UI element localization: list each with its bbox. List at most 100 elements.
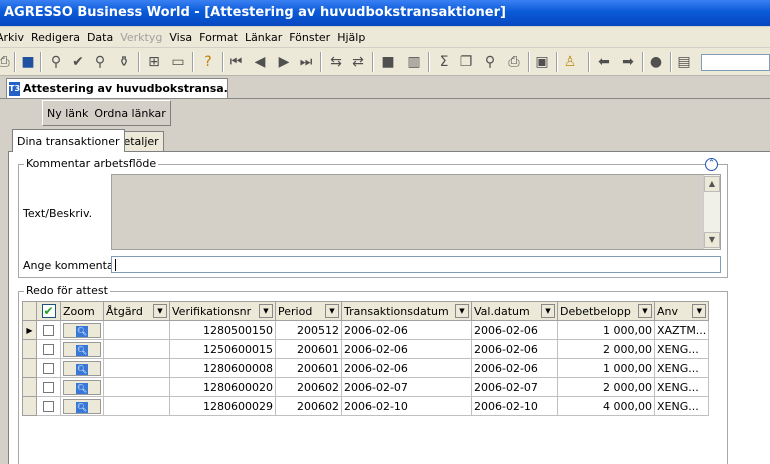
insert-row-icon[interactable]: ⊞ [144, 52, 164, 72]
dropdown-arrow-icon[interactable]: ▼ [455, 304, 469, 318]
zoom-cell[interactable]: 🔍︎ [60, 396, 104, 416]
column-anv[interactable]: Anv ▼ [653, 301, 710, 321]
column-debetbelopp[interactable]: Debetbelopp ▼ [557, 301, 655, 321]
filter-icon[interactable]: ⚱ [114, 52, 134, 72]
row-checkbox[interactable] [43, 382, 54, 393]
row-checkbox[interactable] [43, 401, 54, 412]
export-icon[interactable]: ⇆ [326, 52, 346, 72]
table-row[interactable]: 🔍︎ 1280600029 200602 2006-02-10 2006-02-… [22, 396, 710, 416]
atgard-cell[interactable] [103, 396, 170, 416]
tab-dina-transaktioner[interactable]: Dina transaktioner [12, 129, 125, 152]
column-transaktionsdatum[interactable]: Transaktionsdatum ▼ [341, 301, 472, 321]
search-icon[interactable]: ⚲ [90, 52, 110, 72]
atgard-cell[interactable] [103, 320, 170, 340]
arrange-links-button[interactable]: Ordna länkar [94, 107, 165, 120]
zoom-cell[interactable]: 🔍︎ [60, 358, 104, 378]
dropdown-arrow-icon[interactable]: ▼ [325, 304, 339, 318]
blank-icon[interactable]: ▭ [168, 52, 188, 72]
check-icon[interactable]: ✔ [68, 52, 88, 72]
menu-lankar[interactable]: Länkar [245, 31, 289, 44]
print-preview-icon[interactable]: ⎙ [504, 52, 524, 72]
column-atgard[interactable]: Åtgärd ▼ [103, 301, 170, 321]
row-select-cell[interactable] [36, 377, 61, 397]
menu-fonster[interactable]: Fönster [289, 31, 337, 44]
previous-record-icon[interactable]: ◀ [250, 52, 270, 72]
chart-icon[interactable]: ▥ [404, 52, 424, 72]
zoom-button[interactable]: 🔍︎ [63, 322, 101, 338]
toolbar: ⎙ ■ ⚲ ✔ ⚲ ⚱ ⊞ ▭ ? ⏮ ◀ ▶ ⏭ ⇆ ⇄ ■ ▥ Σ ❐ ⚲ … [0, 48, 770, 76]
new-link-button[interactable]: Ny länk [47, 107, 88, 120]
row-checkbox[interactable] [43, 344, 54, 355]
zoom-button[interactable]: 🔍︎ [63, 360, 101, 376]
back-icon[interactable]: ⬅ [594, 52, 614, 72]
zoom-button[interactable]: 🔍︎ [63, 398, 101, 414]
sum-icon[interactable]: Σ [434, 52, 454, 72]
column-period[interactable]: Period ▼ [275, 301, 342, 321]
period-cell: 200601 [275, 358, 342, 378]
dropdown-arrow-icon[interactable]: ▼ [541, 304, 555, 318]
column-atgard-label: Åtgärd [106, 304, 143, 318]
copy-icon[interactable]: ❐ [456, 52, 476, 72]
next-record-icon[interactable]: ▶ [274, 52, 294, 72]
find-icon[interactable]: ⚲ [46, 52, 66, 72]
text-description-scrollbar[interactable]: ▲ ▼ [703, 175, 720, 249]
zoom-button[interactable]: 🔍︎ [63, 379, 101, 395]
menu-visa[interactable]: Visa [169, 31, 199, 44]
document-icon[interactable]: ▤ [674, 52, 694, 72]
select-all-checkbox[interactable]: ✔ [41, 304, 56, 318]
row-checkbox[interactable] [43, 325, 54, 336]
record-icon[interactable]: ● [646, 52, 666, 72]
menu-format[interactable]: Format [199, 31, 245, 44]
last-record-icon[interactable]: ⏭ [296, 52, 316, 72]
zoom-icon[interactable]: ⚲ [480, 52, 500, 72]
zoom-cell[interactable]: 🔍︎ [60, 320, 104, 340]
dropdown-arrow-icon[interactable]: ▼ [692, 304, 707, 318]
first-record-icon[interactable]: ⏮ [226, 52, 246, 72]
users-icon[interactable]: ♙ [560, 52, 580, 72]
row-select-cell[interactable] [36, 320, 61, 340]
select-all-cell[interactable]: ✔ [36, 301, 61, 321]
print-icon[interactable]: ⎙ [0, 52, 14, 72]
zoom-cell[interactable]: 🔍︎ [60, 339, 104, 359]
window-icon[interactable]: ▣ [532, 52, 552, 72]
dropdown-arrow-icon[interactable]: ▼ [259, 304, 273, 318]
column-verifikationsnr[interactable]: Verifikationsnr ▼ [169, 301, 276, 321]
grid-header-row: ✔ Zoom Åtgärd ▼ Verifikationsnr ▼ Period ▼ … [22, 301, 710, 321]
collapse-icon[interactable]: ⌃ [705, 158, 718, 171]
forward-icon[interactable]: ➡ [618, 52, 638, 72]
zoom-cell[interactable]: 🔍︎ [60, 377, 104, 397]
comment-input[interactable] [111, 256, 721, 273]
row-checkbox[interactable] [43, 363, 54, 374]
dropdown-arrow-icon[interactable]: ▼ [638, 304, 652, 318]
menu-data[interactable]: Data [87, 31, 120, 44]
menu-redigera[interactable]: Redigera [31, 31, 87, 44]
row-select-cell[interactable] [36, 396, 61, 416]
table-row[interactable]: 🔍︎ 1280600008 200601 2006-02-06 2006-02-… [22, 358, 710, 378]
table-row[interactable]: ▶ 🔍︎ 1280500150 200512 2006-02-06 2006-0… [22, 320, 710, 340]
row-select-cell[interactable] [36, 339, 61, 359]
row-select-cell[interactable] [36, 358, 61, 378]
document-tab[interactable]: T3 Attestering av huvudbokstransa... [6, 78, 228, 98]
row-indicator [22, 377, 37, 397]
transaktionsdatum-cell: 2006-02-06 [341, 339, 472, 359]
menu-verktyg[interactable]: Verktyg [120, 31, 169, 44]
save-icon[interactable]: ■ [18, 52, 38, 72]
column-valdatum[interactable]: Val.datum ▼ [471, 301, 558, 321]
atgard-cell[interactable] [103, 377, 170, 397]
debetbelopp-cell: 2 000,00 [557, 339, 655, 359]
atgard-cell[interactable] [103, 358, 170, 378]
scroll-up-icon[interactable]: ▲ [704, 176, 720, 192]
import-icon[interactable]: ⇄ [348, 52, 368, 72]
stop-icon[interactable]: ■ [378, 52, 398, 72]
menu-arkiv[interactable]: Arkiv [0, 31, 31, 44]
menu-hjalp[interactable]: Hjälp [337, 31, 372, 44]
atgard-cell[interactable] [103, 339, 170, 359]
table-row[interactable]: 🔍︎ 1280600020 200602 2006-02-07 2006-02-… [22, 377, 710, 397]
help-icon[interactable]: ? [198, 52, 218, 72]
row-indicator-header [22, 301, 37, 321]
zoom-button[interactable]: 🔍︎ [63, 341, 101, 357]
dropdown-arrow-icon[interactable]: ▼ [153, 304, 167, 318]
table-row[interactable]: 🔍︎ 1250600015 200601 2006-02-06 2006-02-… [22, 339, 710, 359]
scroll-down-icon[interactable]: ▼ [704, 232, 720, 248]
toolbar-search-input[interactable] [701, 54, 770, 71]
